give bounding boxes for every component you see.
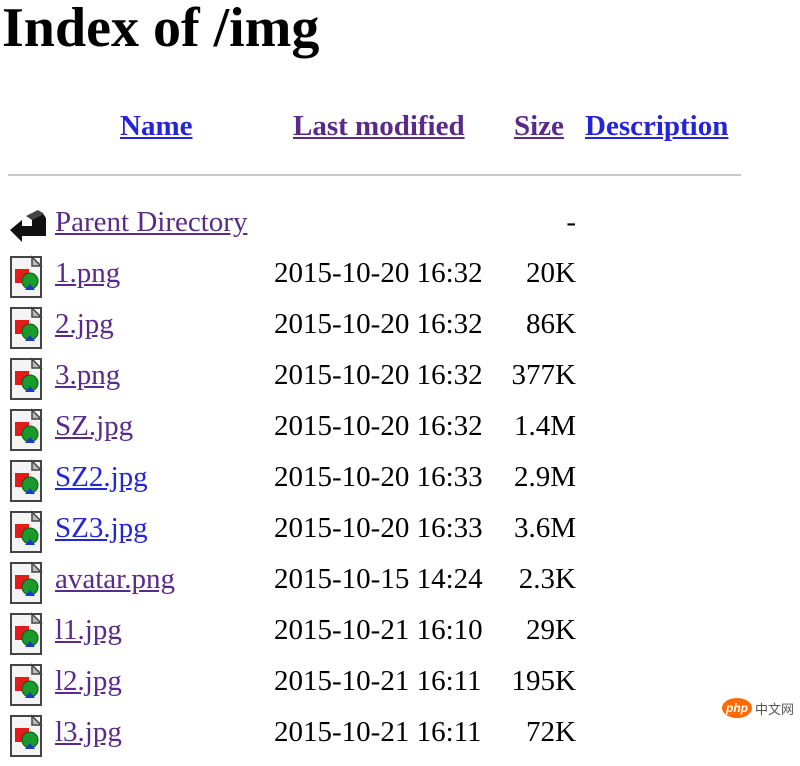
image-file-icon (8, 663, 46, 707)
sort-by-last-modified-link[interactable]: Last modified (293, 110, 465, 143)
file-link[interactable]: l2.jpg (55, 665, 122, 698)
file-link[interactable]: SZ2.jpg (55, 461, 148, 494)
file-link[interactable]: l3.jpg (55, 716, 122, 749)
table-row: SZ3.jpg 2015-10-20 16:33 3.6M (8, 502, 768, 553)
table-row: l3.jpg 2015-10-21 16:11 72K (8, 706, 768, 757)
table-row: 1.png 2015-10-20 16:32 20K (8, 247, 768, 298)
file-link[interactable]: SZ3.jpg (55, 512, 148, 545)
image-file-icon (8, 612, 46, 656)
image-file-icon (8, 714, 46, 758)
last-modified-cell: 2015-10-21 16:11 (274, 716, 482, 749)
file-link[interactable]: avatar.png (55, 563, 175, 596)
size-cell: 86K (526, 308, 576, 341)
last-modified-cell: 2015-10-21 16:10 (274, 614, 483, 647)
size-cell: 2.3K (519, 563, 576, 596)
sort-by-description-link[interactable]: Description (585, 110, 728, 143)
last-modified-cell: 2015-10-20 16:33 (274, 461, 483, 494)
parent-directory-link[interactable]: Parent Directory (55, 206, 247, 239)
image-file-icon (8, 561, 46, 605)
size-cell: 3.6M (514, 512, 576, 545)
last-modified-cell: 2015-10-20 16:32 (274, 359, 483, 392)
table-row: avatar.png 2015-10-15 14:24 2.3K (8, 553, 768, 604)
file-link[interactable]: 3.png (55, 359, 120, 392)
page-title: Index of /img (2, 0, 319, 64)
size-cell: 377K (512, 359, 576, 392)
site-watermark: php 中文网 (722, 698, 794, 718)
column-headers: Name Last modified Size Description (8, 100, 768, 160)
image-file-icon (8, 459, 46, 503)
table-row: SZ2.jpg 2015-10-20 16:33 2.9M (8, 451, 768, 502)
file-link[interactable]: l1.jpg (55, 614, 122, 647)
file-link[interactable]: 1.png (55, 257, 120, 290)
file-link[interactable]: 2.jpg (55, 308, 114, 341)
back-arrow-icon (8, 204, 46, 248)
image-file-icon (8, 306, 46, 350)
sort-by-name-link[interactable]: Name (120, 110, 192, 143)
table-row: SZ.jpg 2015-10-20 16:32 1.4M (8, 400, 768, 451)
size-cell: 195K (512, 665, 576, 698)
image-file-icon (8, 408, 46, 452)
size-cell: 29K (526, 614, 576, 647)
last-modified-cell: 2015-10-20 16:32 (274, 308, 483, 341)
size-cell: - (566, 206, 576, 239)
directory-listing: Name Last modified Size Description Pare… (8, 100, 768, 160)
image-file-icon (8, 510, 46, 554)
last-modified-cell: 2015-10-20 16:33 (274, 512, 483, 545)
table-row: l1.jpg 2015-10-21 16:10 29K (8, 604, 768, 655)
last-modified-cell: 2015-10-15 14:24 (274, 563, 483, 596)
last-modified-cell: 2015-10-21 16:11 (274, 665, 482, 698)
watermark-text: 中文网 (755, 699, 794, 718)
size-cell: 72K (526, 716, 576, 749)
table-row: 3.png 2015-10-20 16:32 377K (8, 349, 768, 400)
size-cell: 20K (526, 257, 576, 290)
table-row: l2.jpg 2015-10-21 16:11 195K (8, 655, 768, 706)
sort-by-size-link[interactable]: Size (514, 110, 564, 143)
image-file-icon (8, 255, 46, 299)
table-row: 2.jpg 2015-10-20 16:32 86K (8, 298, 768, 349)
size-cell: 2.9M (514, 461, 576, 494)
header-divider (8, 174, 741, 176)
last-modified-cell: 2015-10-20 16:32 (274, 257, 483, 290)
table-row: Parent Directory - (8, 196, 768, 247)
file-link[interactable]: SZ.jpg (55, 410, 133, 443)
php-logo-badge: php (722, 698, 752, 718)
file-list: Parent Directory - 1.png 2015-10-20 16:32 20… (8, 196, 768, 757)
last-modified-cell: 2015-10-20 16:32 (274, 410, 483, 443)
size-cell: 1.4M (514, 410, 576, 443)
image-file-icon (8, 357, 46, 401)
